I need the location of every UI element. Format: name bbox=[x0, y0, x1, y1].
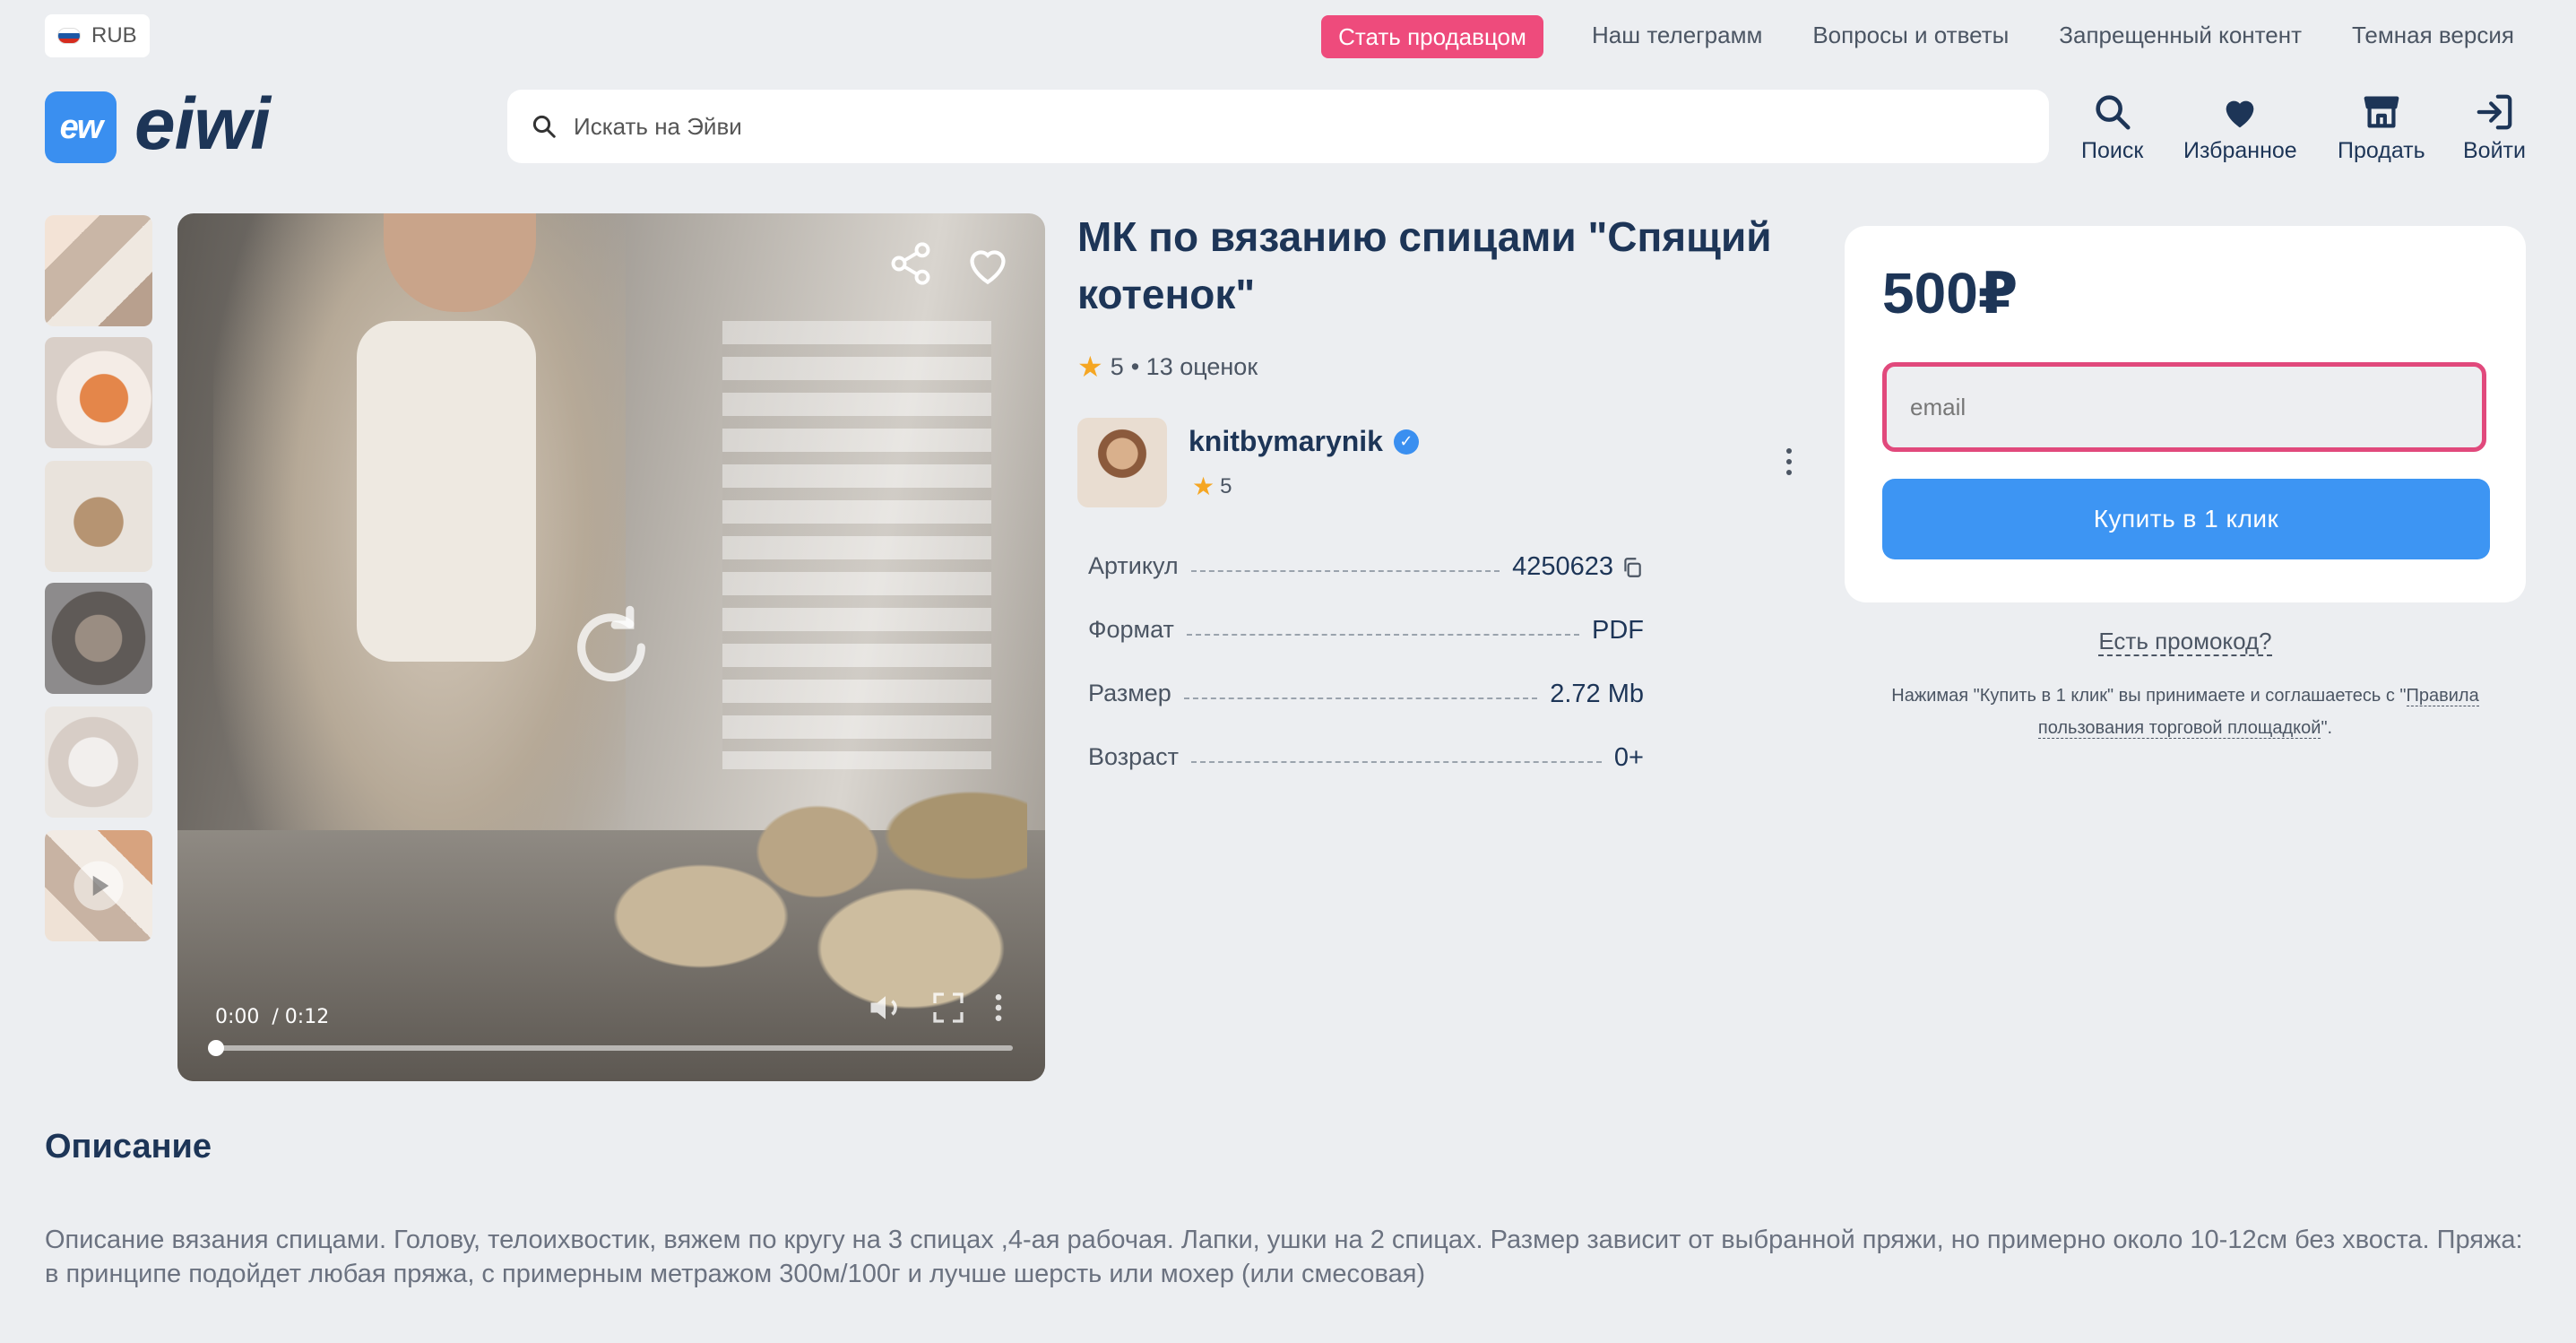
copy-icon[interactable] bbox=[1621, 556, 1644, 579]
spec-value: 2.72 Mb bbox=[1550, 680, 1644, 708]
spec-leader bbox=[1186, 634, 1579, 636]
currency-label: RUB bbox=[91, 23, 137, 48]
favorite-heart-icon[interactable] bbox=[963, 240, 1013, 290]
spec-value: 4250623 bbox=[1512, 552, 1644, 582]
search-bar[interactable] bbox=[507, 90, 2049, 163]
description-heading: Описание bbox=[45, 1128, 212, 1165]
spec-age: Возраст 0+ bbox=[1088, 743, 1644, 807]
description-text: Описание вязания спицами. Голову, телоих… bbox=[45, 1226, 2523, 1288]
spec-size: Размер 2.72 Mb bbox=[1088, 680, 1644, 743]
heart-icon bbox=[2226, 100, 2254, 128]
share-icon[interactable] bbox=[887, 240, 934, 287]
spec-format: Формат PDF bbox=[1088, 616, 1644, 680]
thumbnail-collage[interactable] bbox=[45, 215, 152, 326]
thumbnail-video[interactable] bbox=[45, 830, 152, 941]
seller-rating: ★ 5 bbox=[1192, 472, 1232, 501]
seller-name-row[interactable]: knitbymarynik ✓ bbox=[1189, 425, 1419, 458]
nav-favorites-label: Избранное bbox=[2183, 138, 2297, 163]
price: 500₽ bbox=[1882, 261, 2018, 325]
nav-search[interactable]: Поиск bbox=[2081, 91, 2143, 164]
spec-value: 0+ bbox=[1613, 743, 1644, 772]
play-icon bbox=[73, 861, 124, 911]
spec-label: Возраст bbox=[1088, 743, 1179, 770]
nav-search-label: Поиск bbox=[2081, 138, 2144, 163]
email-field[interactable] bbox=[1910, 393, 2482, 421]
rating-count[interactable]: • 13 оценок bbox=[1131, 353, 1258, 381]
telegram-link[interactable]: Наш телеграмм bbox=[1592, 22, 1762, 49]
thumbnail-tabby-kitten[interactable] bbox=[45, 461, 152, 572]
terms-suffix: ". bbox=[2321, 718, 2333, 738]
login-icon bbox=[2477, 94, 2512, 130]
become-seller-button[interactable]: Стать продавцом bbox=[1321, 15, 1543, 58]
terms-prefix: Нажимая "Купить в 1 клик" вы принимаете … bbox=[1891, 686, 2407, 706]
thumbnail-gray-kitten[interactable] bbox=[45, 583, 152, 694]
volume-icon[interactable] bbox=[866, 988, 905, 1027]
video-time: 0:00 / 0:12 bbox=[215, 1006, 330, 1028]
video-frame-shirt bbox=[357, 321, 536, 662]
promo-code-link[interactable]: Есть промокод? bbox=[2098, 628, 2272, 656]
thumbnail-orange-kitten[interactable] bbox=[45, 337, 152, 448]
video-player[interactable]: 0:00 / 0:12 bbox=[177, 213, 1045, 1081]
more-options-icon[interactable] bbox=[990, 990, 1007, 1026]
nav-sell-label: Продать bbox=[2338, 138, 2425, 163]
spec-label: Формат bbox=[1088, 616, 1174, 643]
star-icon: ★ bbox=[1192, 472, 1215, 500]
search-icon bbox=[532, 115, 556, 138]
dark-mode-link[interactable]: Темная версия bbox=[2352, 22, 2514, 49]
buy-one-click-button[interactable]: Купить в 1 клик bbox=[1882, 479, 2490, 559]
email-field-wrapper[interactable] bbox=[1882, 362, 2486, 452]
logo-text[interactable]: eiwi bbox=[134, 82, 271, 167]
product-rating: ★ 5 • 13 оценок bbox=[1077, 350, 1258, 384]
product-title: МК по вязанию спицами "Спящий котенок" bbox=[1077, 213, 1772, 317]
spec-label: Артикул bbox=[1088, 552, 1179, 579]
seller-avatar[interactable] bbox=[1077, 418, 1167, 507]
nav-login-label: Войти bbox=[2463, 138, 2526, 163]
purchase-card: 500₽ Купить в 1 клик bbox=[1845, 226, 2526, 602]
faq-link[interactable]: Вопросы и ответы bbox=[1812, 22, 2009, 49]
store-icon bbox=[2364, 96, 2399, 128]
seller-menu-icon[interactable] bbox=[1782, 448, 1796, 475]
seller-rating-value: 5 bbox=[1220, 473, 1232, 498]
currency-selector[interactable]: RUB bbox=[45, 14, 150, 57]
spec-leader bbox=[1190, 570, 1500, 572]
video-progress-bar[interactable] bbox=[208, 1040, 1013, 1056]
search-icon bbox=[2096, 95, 2131, 130]
logo-badge[interactable]: ew bbox=[45, 91, 117, 163]
search-input[interactable] bbox=[574, 112, 1918, 141]
loading-spinner-icon bbox=[577, 605, 645, 682]
video-progress-knob[interactable] bbox=[208, 1040, 224, 1056]
verified-badge-icon: ✓ bbox=[1393, 429, 1419, 455]
promo-code-link-wrapper: Есть промокод? bbox=[1845, 628, 2526, 656]
spec-label: Размер bbox=[1088, 680, 1171, 706]
spec-leader bbox=[1191, 761, 1602, 763]
rating-value: 5 bbox=[1110, 352, 1124, 380]
nav-sell[interactable]: Продать bbox=[2338, 91, 2425, 164]
forbidden-content-link[interactable]: Запрещенный контент bbox=[2059, 22, 2302, 49]
terms-notice: Нажимая "Купить в 1 клик" вы принимаете … bbox=[1864, 680, 2506, 744]
thumbnail-white-kitten[interactable] bbox=[45, 706, 152, 818]
nav-login[interactable]: Войти bbox=[2463, 91, 2526, 164]
product-specs: Артикул 4250623 Формат PDF Размер 2.72 M… bbox=[1088, 552, 1644, 807]
nav-favorites[interactable]: Избранное bbox=[2183, 91, 2297, 164]
video-frame-window bbox=[722, 321, 991, 769]
spec-value: PDF bbox=[1592, 616, 1644, 645]
fullscreen-icon[interactable] bbox=[930, 990, 966, 1026]
top-links: Наш телеграмм Вопросы и ответы Запрещенн… bbox=[1592, 22, 2514, 49]
star-icon: ★ bbox=[1077, 351, 1103, 383]
seller-name[interactable]: knitbymarynik bbox=[1189, 425, 1383, 458]
russia-flag-icon bbox=[57, 28, 81, 44]
spec-article: Артикул 4250623 bbox=[1088, 552, 1644, 616]
spec-leader bbox=[1183, 697, 1538, 699]
